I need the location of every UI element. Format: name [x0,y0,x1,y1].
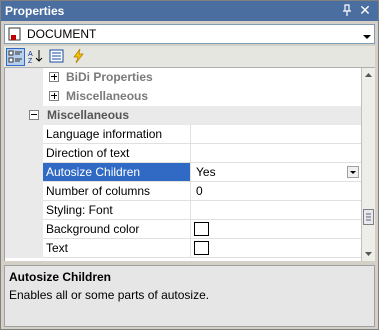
svg-text:A: A [28,51,33,58]
properties-window: Properties ✕ DOCUMENT AZ BiDi Properties… [0,0,379,330]
title-bar: Properties ✕ [1,1,378,21]
row-gutter [5,239,43,258]
events-icon[interactable] [70,48,89,66]
property-value[interactable] [190,239,361,258]
row-gutter [5,201,43,220]
property-row-language-information[interactable]: Language information [5,125,361,144]
property-value[interactable] [190,144,361,163]
pin-icon[interactable] [340,3,354,17]
category-miscellaneous-collapsed[interactable]: Miscellaneous [5,87,361,106]
property-value[interactable] [190,220,361,239]
color-swatch[interactable] [194,241,209,255]
property-value-dropdown[interactable]: Yes [190,163,361,182]
row-gutter [5,163,43,182]
row-gutter [5,220,43,239]
categorized-icon[interactable] [6,48,25,66]
property-name: Styling: Font [43,201,190,220]
row-gutter [5,182,43,201]
scrollbar-thumb[interactable] [363,209,374,225]
expand-icon[interactable] [49,91,59,101]
category-label: Miscellaneous [66,89,149,103]
row-gutter [5,125,43,144]
alphabetical-icon[interactable]: AZ [27,48,46,66]
description-title: Autosize Children [9,270,112,284]
document-icon [8,27,22,41]
row-gutter [5,68,43,87]
dropdown-arrow-icon[interactable] [347,166,359,178]
property-name: Language information [43,125,190,144]
property-row-autosize-children[interactable]: Autosize Children Yes [5,163,361,182]
property-name: Autosize Children [43,163,190,182]
category-miscellaneous-expanded[interactable]: Miscellaneous [5,106,361,125]
property-name: Number of columns [43,182,190,201]
expand-icon[interactable] [49,72,59,82]
property-grid: BiDi Properties Miscellaneous Miscellane… [4,68,361,261]
properties-toolbar: AZ [4,46,375,68]
object-selector-value: DOCUMENT [27,27,97,41]
category-label: Miscellaneous [47,108,130,122]
svg-text:Z: Z [28,58,33,64]
object-selector[interactable]: DOCUMENT [4,24,375,44]
vertical-scrollbar[interactable] [361,68,375,261]
property-row-styling-font[interactable]: Styling: Font [5,201,361,220]
property-name: Text [43,239,190,258]
description-pane: Autosize Children Enables all or some pa… [4,265,375,327]
property-value[interactable] [190,125,361,144]
row-gutter [5,144,43,163]
category-bidi-properties[interactable]: BiDi Properties [5,68,361,87]
window-title: Properties [5,4,65,18]
property-value-text: Yes [196,165,216,179]
property-row-direction-of-text[interactable]: Direction of text [5,144,361,163]
description-text: Enables all or some parts of autosize. [9,288,210,302]
collapse-icon[interactable] [29,110,39,120]
property-name: Direction of text [43,144,190,163]
property-pages-icon[interactable] [48,48,67,66]
row-gutter [5,87,43,106]
color-swatch[interactable] [194,222,209,236]
property-row-number-of-columns[interactable]: Number of columns 0 [5,182,361,201]
property-row-text[interactable]: Text [5,239,361,258]
property-value[interactable]: 0 [190,182,361,201]
chevron-down-icon[interactable] [363,30,371,39]
close-icon[interactable]: ✕ [358,2,372,18]
property-value[interactable] [190,201,361,220]
property-row-background-color[interactable]: Background color [5,220,361,239]
scroll-down-icon[interactable] [362,247,375,261]
scroll-up-icon[interactable] [362,68,375,82]
property-name: Background color [43,220,190,239]
category-label: BiDi Properties [66,70,153,84]
